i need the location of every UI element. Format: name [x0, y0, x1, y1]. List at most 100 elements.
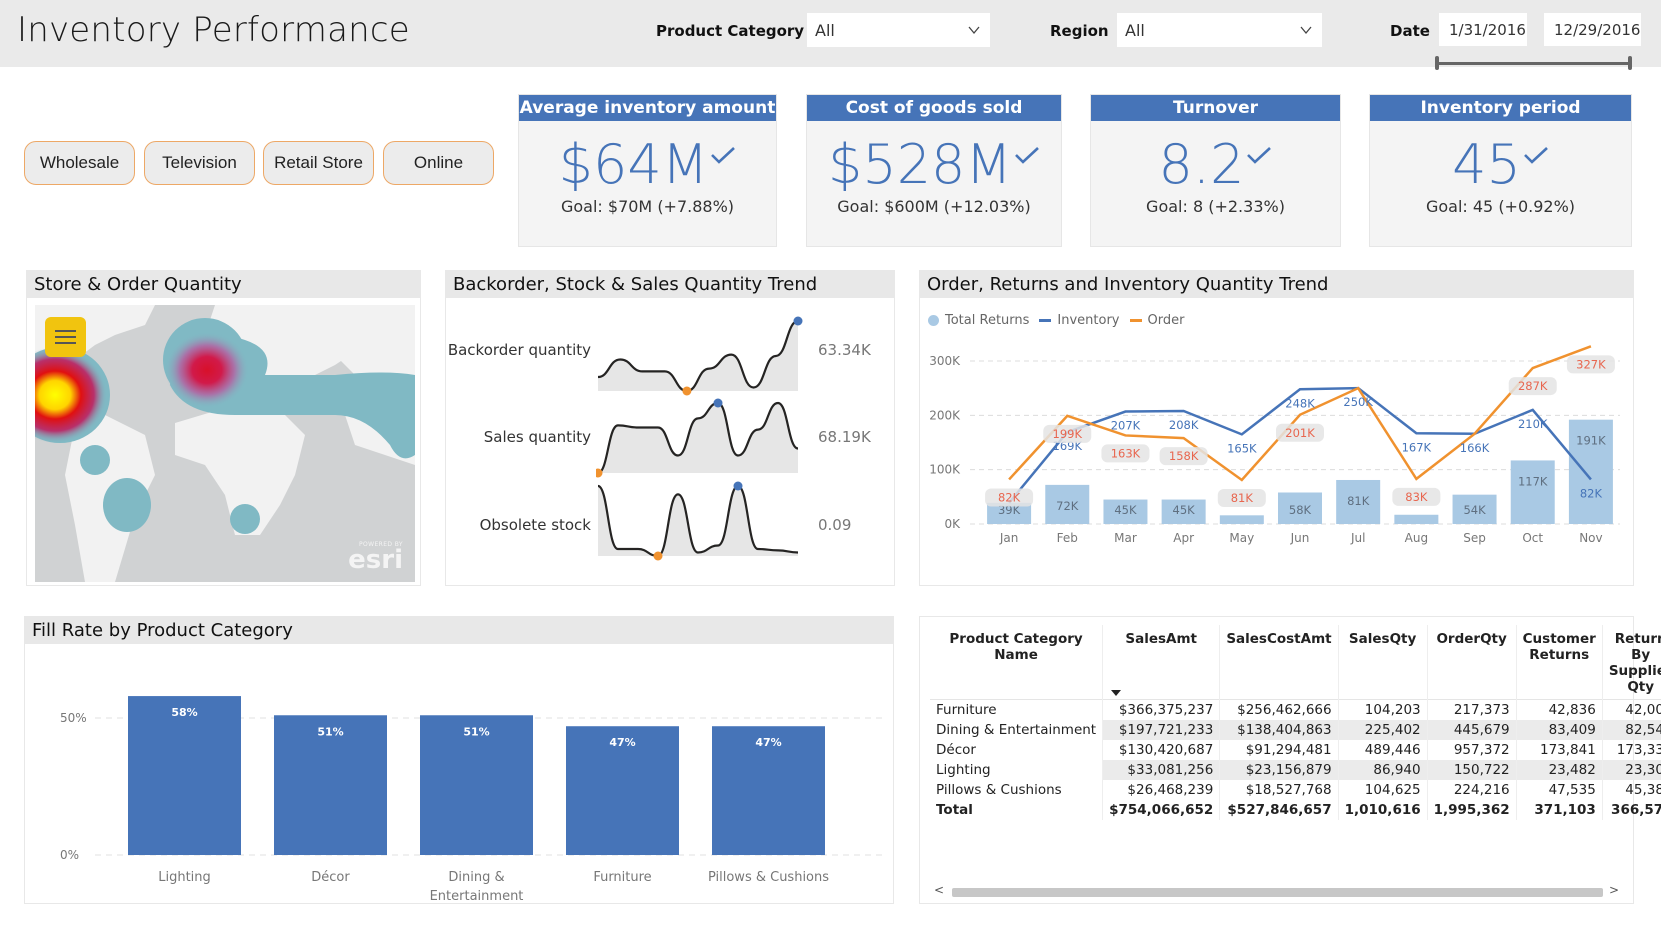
column-header-salesqty[interactable]: SalesQty: [1338, 625, 1428, 700]
column-header-label: SalesAmt: [1125, 631, 1198, 647]
scroll-left-arrow[interactable]: <: [934, 883, 944, 897]
x-tick-label: Lighting: [158, 870, 211, 885]
panel-title: Backorder, Stock & Sales Quantity Trend: [446, 271, 894, 298]
column-header-label: Product Category Name: [949, 631, 1083, 663]
table-cell-category: Dining & Entertainment: [930, 719, 1104, 740]
sparkline-line: [597, 484, 799, 558]
channel-button-online[interactable]: Online: [383, 141, 494, 185]
table-cell-category: Décor: [930, 739, 1104, 760]
kpi-title: Average inventory amount: [519, 95, 776, 121]
legend-marker-inventory: [1039, 319, 1052, 322]
inventory-data-label: 82K: [1580, 486, 1603, 500]
x-tick-label: Pillows & Cushions: [708, 870, 829, 885]
scrollbar-thumb[interactable]: [952, 888, 1603, 897]
total-value: 1,010,616: [1338, 799, 1428, 820]
returns-data-label: 58K: [1289, 503, 1312, 517]
map-menu-button[interactable]: [45, 317, 86, 357]
channel-button-television[interactable]: Television: [144, 141, 255, 185]
total-value: 366,577: [1602, 799, 1661, 820]
returns-data-label: 72K: [1056, 499, 1079, 513]
scroll-right-arrow[interactable]: >: [1609, 883, 1619, 897]
x-tick-label: Jan: [999, 531, 1019, 545]
returns-bar[interactable]: [1219, 515, 1264, 524]
table-total-row: Total $754,066,652 $527,846,657 1,010,616 1,…: [930, 799, 1661, 820]
channel-button-wholesale[interactable]: Wholesale: [24, 141, 135, 185]
inventory-data-label: 250K: [1343, 395, 1373, 409]
x-tick-label: Aug: [1405, 531, 1428, 545]
column-header-salesamt[interactable]: SalesAmt: [1102, 625, 1221, 700]
product-category-dropdown[interactable]: All: [807, 13, 990, 47]
column-header-product-category[interactable]: Product Category Name: [930, 625, 1104, 700]
x-tick-label: Mar: [1114, 531, 1137, 545]
date-slider-start-handle[interactable]: [1435, 56, 1439, 70]
returns-bar[interactable]: [1510, 460, 1555, 524]
sparkline-max-marker: [713, 398, 723, 408]
table-cell-value: $366,375,237: [1102, 699, 1221, 720]
total-label: Total: [930, 799, 1104, 820]
panel-title: Store & Order Quantity: [27, 271, 420, 298]
table-cell-value: 150,722: [1427, 759, 1517, 780]
inventory-data-label: 166K: [1460, 441, 1490, 455]
page-title: Inventory Performance: [17, 10, 410, 50]
kpi-value: 45: [1452, 133, 1521, 196]
legend-order: Order: [1147, 313, 1185, 328]
sparklines-chart: [596, 316, 803, 561]
table-cell-value: $26,468,239: [1102, 779, 1221, 800]
date-range-slider[interactable]: [1437, 62, 1632, 65]
returns-bar[interactable]: [1394, 514, 1439, 524]
column-header-customer-returns[interactable]: Customer Returns: [1516, 625, 1603, 700]
table-cell-value: $33,081,256: [1102, 759, 1221, 780]
table-cell-value: 45,383: [1602, 779, 1661, 800]
bar-data-label: 47%: [609, 736, 635, 749]
table-row[interactable]: Décor $130,420,687 $91,294,481 489,446 957,3…: [930, 739, 1661, 760]
panel-title: Order, Returns and Inventory Quantity Tr…: [920, 271, 1633, 298]
column-header-label: SalesCostAmt: [1226, 631, 1332, 647]
table-cell-value: 173,338: [1602, 739, 1661, 760]
table-cell-value: 83,409: [1516, 719, 1603, 740]
table-row[interactable]: Dining & Entertainment $197,721,233 $138,4…: [930, 719, 1661, 740]
map-panel: Store & Order Quantity POWERED BY esri: [26, 270, 421, 586]
bar-data-label: 51%: [317, 725, 343, 738]
order-line[interactable]: [1008, 345, 1592, 482]
returns-data-label: 117K: [1518, 474, 1548, 488]
panel-title: Fill Rate by Product Category: [25, 617, 893, 644]
fill-rate-bar[interactable]: [128, 696, 241, 855]
date-slider-end-handle[interactable]: [1628, 56, 1632, 70]
order-data-label: 287K: [1518, 379, 1548, 393]
chevron-down-icon: [968, 26, 980, 35]
legend-total-returns: Total Returns: [945, 313, 1030, 328]
table-cell-value: 82,544: [1602, 719, 1661, 740]
inventory-data-label: 167K: [1402, 440, 1432, 454]
date-start-input[interactable]: 1/31/2016: [1439, 13, 1527, 46]
fill-rate-chart: 0% 50% 58% Lighting 51% Décor 51% Dining & Enter…: [60, 696, 885, 903]
x-tick-label: Entertainment: [430, 889, 524, 903]
date-end-input[interactable]: 12/29/2016: [1544, 13, 1641, 46]
column-header-salescostamt[interactable]: SalesCostAmt: [1219, 625, 1339, 700]
table-horizontal-scrollbar[interactable]: < >: [926, 883, 1627, 897]
table-cell-value: 445,679: [1427, 719, 1517, 740]
esri-attribution: POWERED BY esri: [348, 541, 403, 573]
table-cell-category: Pillows & Cushions: [930, 779, 1104, 800]
region-dropdown[interactable]: All: [1117, 13, 1322, 47]
table-cell-value: 47,535: [1516, 779, 1603, 800]
inventory-data-label: 165K: [1227, 441, 1257, 455]
column-header-label: Customer Returns: [1522, 631, 1596, 663]
channel-button-retail-store[interactable]: Retail Store: [263, 141, 374, 185]
table-cell-value: 86,940: [1338, 759, 1428, 780]
heatmap-map[interactable]: POWERED BY esri: [35, 305, 415, 582]
product-category-table: Product Category Name SalesAmt SalesCost…: [930, 625, 1661, 820]
table-header-row: Product Category Name SalesAmt SalesCost…: [930, 625, 1661, 700]
x-tick-label: Apr: [1173, 531, 1194, 545]
heat-hotspot-europe: [165, 332, 249, 408]
column-header-label: SalesQty: [1348, 631, 1417, 647]
column-header-return-by-supplier[interactable]: Return By Supplier Qty: [1602, 625, 1661, 700]
column-header-orderqty[interactable]: OrderQty: [1427, 625, 1517, 700]
table-row[interactable]: Furniture $366,375,237 $256,462,666 104,203…: [930, 699, 1661, 720]
table-row[interactable]: Pillows & Cushions $26,468,239 $18,527,768…: [930, 779, 1661, 800]
sparkline-area: [598, 486, 798, 556]
table-row[interactable]: Lighting $33,081,256 $23,156,879 86,940 150,…: [930, 759, 1661, 780]
table-cell-value: 217,373: [1427, 699, 1517, 720]
sparkline-panel: Backorder, Stock & Sales Quantity Trend …: [445, 270, 895, 586]
inventory-data-label: 210K: [1518, 417, 1548, 431]
y-tick-label: 100K: [929, 463, 961, 477]
